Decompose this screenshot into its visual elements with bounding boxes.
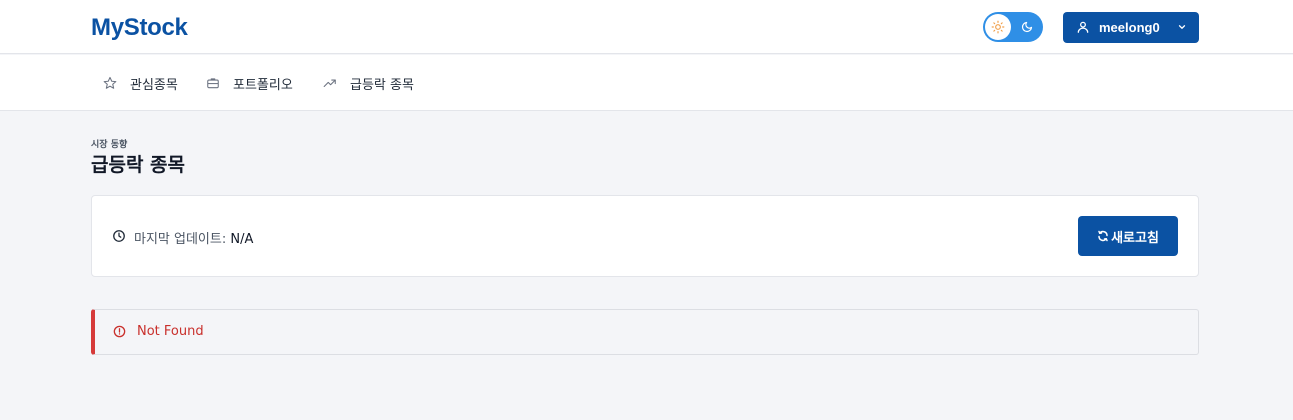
- user-icon: [1077, 21, 1089, 33]
- last-update-value: N/A: [230, 232, 254, 247]
- trending-up-icon: [323, 79, 336, 88]
- main-nav: 관심종목 포트폴리오 급등락 종목: [0, 55, 1293, 111]
- nav-item-label: 관심종목: [130, 77, 178, 93]
- user-name: meelong0: [1099, 20, 1160, 35]
- refresh-label: 새로고침: [1111, 230, 1159, 246]
- nav-item-movers[interactable]: 급등락 종목: [323, 73, 414, 93]
- chevron-down-icon: [1178, 25, 1186, 29]
- nav-item-label: 급등락 종목: [350, 77, 414, 93]
- theme-toggle[interactable]: [983, 12, 1043, 42]
- nav-item-watchlist[interactable]: 관심종목: [103, 73, 178, 93]
- update-card: 마지막 업데이트: N/A 새로고침: [91, 195, 1199, 277]
- last-update-text: 마지막 업데이트: N/A: [134, 228, 253, 247]
- clock-icon: [113, 230, 125, 242]
- error-alert: Not Found: [91, 309, 1199, 355]
- last-update-label: 마지막 업데이트:: [134, 232, 227, 247]
- page-eyebrow: 시장 동향: [91, 140, 128, 150]
- error-message: Not Found: [137, 324, 204, 339]
- nav-item-portfolio[interactable]: 포트폴리오: [206, 73, 293, 93]
- sun-icon: [991, 20, 1005, 34]
- star-icon: [103, 76, 117, 89]
- moon-icon: [1021, 21, 1033, 33]
- top-header: MyStock meelong0: [0, 0, 1293, 54]
- user-menu-button[interactable]: meelong0: [1063, 12, 1199, 43]
- brand-logo[interactable]: MyStock: [91, 14, 188, 42]
- briefcase-icon: [207, 78, 219, 89]
- refresh-button[interactable]: 새로고침: [1078, 216, 1178, 256]
- nav-item-label: 포트폴리오: [233, 77, 293, 93]
- refresh-icon: [1098, 230, 1108, 242]
- alert-circle-icon: [113, 325, 126, 338]
- page-title: 급등락 종목: [91, 154, 186, 176]
- theme-toggle-knob: [985, 14, 1011, 40]
